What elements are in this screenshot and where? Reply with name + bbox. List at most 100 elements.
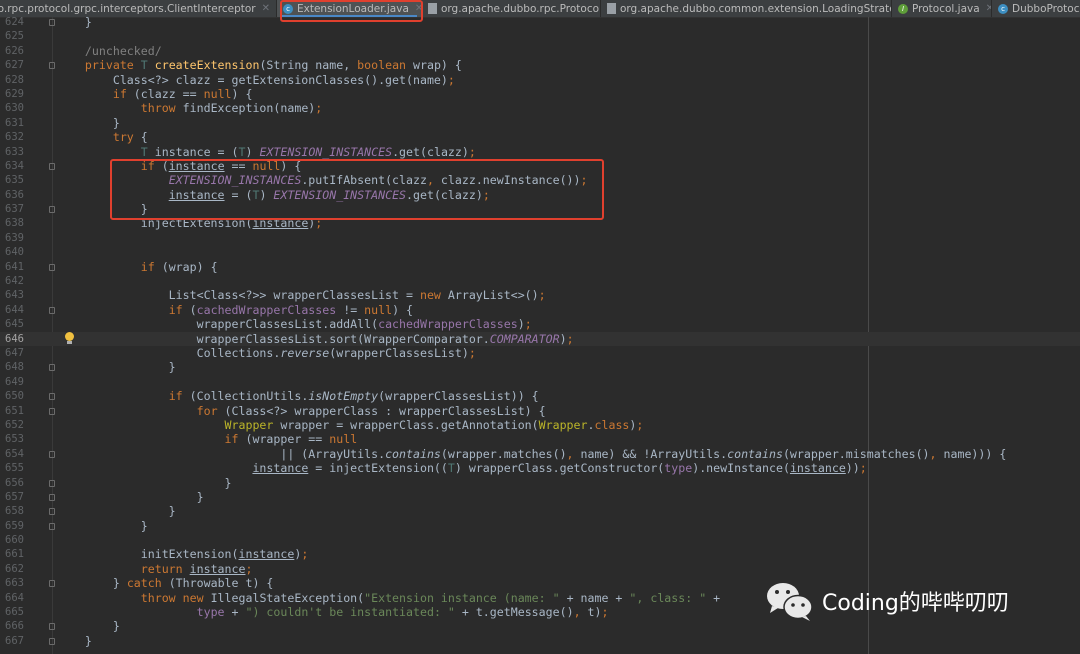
line-number[interactable]: 664 bbox=[0, 591, 24, 605]
code-line[interactable]: 647 Collections.reverse(wrapperClassesLi… bbox=[0, 346, 1080, 360]
line-number[interactable]: 630 bbox=[0, 101, 24, 115]
code-line[interactable]: 658 } bbox=[0, 504, 1080, 518]
line-number[interactable]: 624 bbox=[0, 15, 24, 29]
line-number[interactable]: 632 bbox=[0, 130, 24, 144]
line-number[interactable]: 650 bbox=[0, 389, 24, 403]
code-line[interactable]: 646 wrapperClassesList.sort(WrapperCompa… bbox=[0, 331, 1080, 346]
line-number[interactable]: 649 bbox=[0, 375, 24, 389]
code-line[interactable]: 650 if (CollectionUtils.isNotEmpty(wrapp… bbox=[0, 389, 1080, 403]
code-line[interactable]: 630 throw findException(name); bbox=[0, 101, 1080, 115]
code-line[interactable]: 667 } bbox=[0, 634, 1080, 648]
fold-marker-icon[interactable] bbox=[49, 637, 55, 645]
line-number[interactable]: 640 bbox=[0, 245, 24, 259]
code-line[interactable]: 653 if (wrapper == null bbox=[0, 432, 1080, 446]
code-line[interactable]: 628 Class<?> clazz = getExtensionClasses… bbox=[0, 73, 1080, 87]
fold-marker-icon[interactable] bbox=[49, 450, 55, 458]
code-line[interactable]: 632 try { bbox=[0, 130, 1080, 144]
code-line[interactable]: 644 if (cachedWrapperClasses != null) { bbox=[0, 303, 1080, 317]
line-number[interactable]: 666 bbox=[0, 619, 24, 633]
code-line[interactable]: 660 bbox=[0, 533, 1080, 547]
line-number[interactable]: 661 bbox=[0, 547, 24, 561]
line-number[interactable]: 659 bbox=[0, 519, 24, 533]
code-line[interactable]: 656 } bbox=[0, 476, 1080, 490]
code-line[interactable]: 624 } bbox=[0, 15, 1080, 29]
close-icon[interactable]: ✕ bbox=[262, 3, 270, 14]
line-number[interactable]: 656 bbox=[0, 476, 24, 490]
line-number[interactable]: 648 bbox=[0, 360, 24, 374]
code-line[interactable]: 642 bbox=[0, 274, 1080, 288]
line-number[interactable]: 636 bbox=[0, 188, 24, 202]
line-number[interactable]: 662 bbox=[0, 562, 24, 576]
code-line[interactable]: 633 T instance = (T) EXTENSION_INSTANCES… bbox=[0, 145, 1080, 159]
fold-marker-icon[interactable] bbox=[49, 522, 55, 530]
line-number[interactable]: 647 bbox=[0, 346, 24, 360]
fold-marker-icon[interactable] bbox=[49, 306, 55, 314]
code-line[interactable]: 640 bbox=[0, 245, 1080, 259]
code-line[interactable]: 648 } bbox=[0, 360, 1080, 374]
fold-marker-icon[interactable] bbox=[49, 479, 55, 487]
fold-marker-icon[interactable] bbox=[49, 393, 55, 401]
line-number[interactable]: 658 bbox=[0, 504, 24, 518]
line-number[interactable]: 629 bbox=[0, 87, 24, 101]
fold-marker-icon[interactable] bbox=[49, 580, 55, 588]
fold-marker-icon[interactable] bbox=[49, 407, 55, 415]
line-number[interactable]: 643 bbox=[0, 288, 24, 302]
line-number[interactable]: 667 bbox=[0, 634, 24, 648]
fold-marker-icon[interactable] bbox=[49, 19, 55, 26]
line-number[interactable]: 663 bbox=[0, 576, 24, 590]
line-number[interactable]: 645 bbox=[0, 317, 24, 331]
fold-marker-icon[interactable] bbox=[49, 162, 55, 170]
code-line[interactable]: 626 /unchecked/ bbox=[0, 44, 1080, 58]
code-line[interactable]: 649 bbox=[0, 375, 1080, 389]
fold-marker-icon[interactable] bbox=[49, 508, 55, 516]
code-line[interactable]: 651 for (Class<?> wrapperClass : wrapper… bbox=[0, 404, 1080, 418]
code-line[interactable]: 661 initExtension(instance); bbox=[0, 547, 1080, 561]
line-number[interactable]: 627 bbox=[0, 58, 24, 72]
code-line[interactable]: 629 if (clazz == null) { bbox=[0, 87, 1080, 101]
code-line[interactable]: 659 } bbox=[0, 519, 1080, 533]
line-number[interactable]: 628 bbox=[0, 73, 24, 87]
lightbulb-icon[interactable] bbox=[65, 332, 74, 344]
line-number[interactable]: 634 bbox=[0, 159, 24, 173]
fold-marker-icon[interactable] bbox=[49, 263, 55, 271]
line-number[interactable]: 637 bbox=[0, 202, 24, 216]
code-line[interactable]: 631 } bbox=[0, 116, 1080, 130]
line-number[interactable]: 652 bbox=[0, 418, 24, 432]
code-line[interactable]: 662 return instance; bbox=[0, 562, 1080, 576]
line-number[interactable]: 625 bbox=[0, 29, 24, 43]
line-number[interactable]: 641 bbox=[0, 260, 24, 274]
code-line[interactable]: 641 if (wrap) { bbox=[0, 260, 1080, 274]
fold-marker-icon[interactable] bbox=[49, 623, 55, 631]
code-line[interactable]: 639 bbox=[0, 231, 1080, 245]
line-number[interactable]: 639 bbox=[0, 231, 24, 245]
code-line[interactable]: 627 private T createExtension(String nam… bbox=[0, 58, 1080, 72]
line-number[interactable]: 626 bbox=[0, 44, 24, 58]
fold-marker-icon[interactable] bbox=[49, 206, 55, 214]
code-line[interactable]: 643 List<Class<?>> wrapperClassesList = … bbox=[0, 288, 1080, 302]
fold-marker-icon[interactable] bbox=[49, 62, 55, 70]
line-number[interactable]: 655 bbox=[0, 461, 24, 475]
code-line[interactable]: 655 instance = injectExtension((T) wrapp… bbox=[0, 461, 1080, 475]
line-number[interactable]: 633 bbox=[0, 145, 24, 159]
line-number[interactable]: 654 bbox=[0, 447, 24, 461]
line-number[interactable]: 644 bbox=[0, 303, 24, 317]
line-number[interactable]: 651 bbox=[0, 404, 24, 418]
line-number[interactable]: 653 bbox=[0, 432, 24, 446]
line-number[interactable]: 638 bbox=[0, 216, 24, 230]
code-line[interactable]: 654 || (ArrayUtils.contains(wrapper.matc… bbox=[0, 447, 1080, 461]
code-line[interactable]: 625 bbox=[0, 29, 1080, 43]
line-number[interactable]: 660 bbox=[0, 533, 24, 547]
line-number[interactable]: 646 bbox=[0, 332, 24, 346]
line-number[interactable]: 665 bbox=[0, 605, 24, 619]
fold-marker-icon[interactable] bbox=[49, 493, 55, 501]
line-number[interactable]: 635 bbox=[0, 173, 24, 187]
line-number[interactable]: 642 bbox=[0, 274, 24, 288]
code-line[interactable]: 645 wrapperClassesList.addAll(cachedWrap… bbox=[0, 317, 1080, 331]
code-line[interactable]: 657 } bbox=[0, 490, 1080, 504]
code-editor[interactable]: 624 } 625 626 /unchecked/627 private T cre… bbox=[0, 15, 1080, 648]
code-line[interactable]: 652 Wrapper wrapper = wrapperClass.getAn… bbox=[0, 418, 1080, 432]
line-number[interactable]: 631 bbox=[0, 116, 24, 130]
fold-marker-icon[interactable] bbox=[49, 364, 55, 372]
line-number[interactable]: 657 bbox=[0, 490, 24, 504]
